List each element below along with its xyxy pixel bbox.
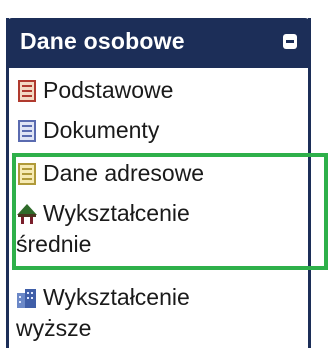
- tree-icon: [16, 202, 38, 224]
- form-red-icon: [16, 79, 38, 102]
- panel-header: Dane osobowe: [6, 18, 311, 68]
- menu-item-dane-adresowe[interactable]: Dane adresowe: [16, 156, 204, 188]
- panel-title: Dane osobowe: [20, 28, 185, 54]
- menu-item-label-continuation: wyższe: [16, 315, 92, 341]
- menu-item-wyksztalcenie-wyzsze[interactable]: Wykształcenie: [16, 280, 190, 312]
- menu-item-podstawowe[interactable]: Podstawowe: [16, 73, 173, 105]
- collapse-button[interactable]: [283, 34, 297, 49]
- building-icon: [16, 286, 38, 308]
- menu-item-wyksztalcenie-srednie[interactable]: Wykształcenie: [16, 196, 190, 228]
- menu-item-label: Podstawowe: [43, 76, 174, 103]
- personal-data-panel: Dane osobowe Podstawowe Dokumenty Dane a…: [6, 18, 311, 348]
- menu-item-label: Wykształcenie: [43, 283, 190, 310]
- form-yellow-icon: [16, 162, 38, 185]
- menu-item-label: Wykształcenie: [43, 199, 190, 226]
- menu-item-label: Dokumenty: [43, 116, 160, 143]
- form-blue-icon: [16, 119, 38, 142]
- menu-item-dokumenty[interactable]: Dokumenty: [16, 113, 159, 145]
- menu-item-label: Dane adresowe: [43, 159, 205, 186]
- menu-item-label-continuation: średnie: [16, 231, 92, 257]
